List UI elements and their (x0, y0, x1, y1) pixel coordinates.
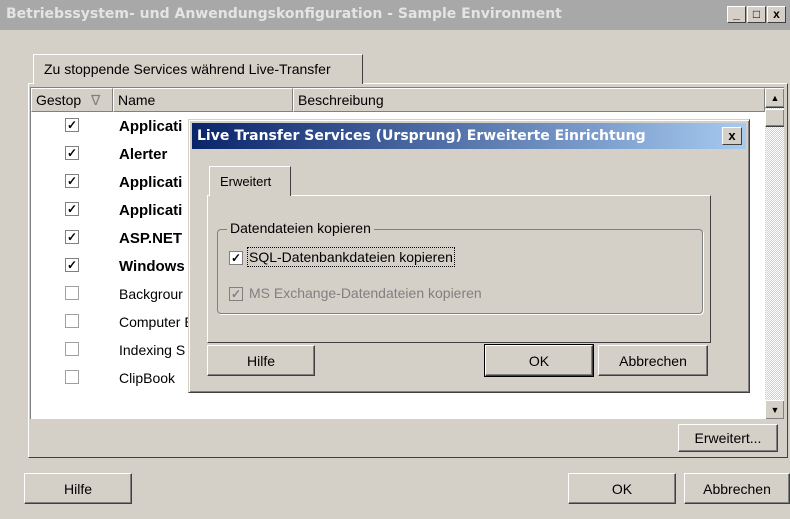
tab-erweitert[interactable]: Erweitert (209, 166, 291, 196)
column-header-name[interactable]: Name (113, 88, 293, 112)
row-name: Applicati (119, 202, 183, 219)
scroll-up-icon[interactable]: ▲ (765, 88, 784, 108)
abbrechen-button[interactable]: Abbrechen (684, 473, 790, 504)
list-header: Gestop ∇ Name Beschreibung (31, 88, 765, 112)
row-checkbox[interactable]: ✓ (65, 258, 79, 272)
ok-button[interactable]: OK (568, 473, 676, 504)
row-name: Alerter (119, 146, 168, 163)
scroll-thumb[interactable] (765, 109, 784, 127)
row-checkbox[interactable] (65, 286, 79, 300)
dialog-title: Live Transfer Services (Ursprung) Erweit… (197, 128, 646, 144)
row-checkbox[interactable] (65, 342, 79, 356)
dialog-hilfe-button[interactable]: Hilfe (207, 345, 315, 376)
row-checkbox[interactable]: ✓ (65, 118, 79, 132)
advanced-settings-dialog: Live Transfer Services (Ursprung) Erweit… (188, 119, 750, 393)
column-header-description[interactable]: Beschreibung (293, 88, 765, 112)
row-checkbox[interactable] (65, 314, 79, 328)
maximize-button[interactable]: □ (747, 6, 766, 23)
vertical-scrollbar[interactable]: ▲ ▼ (765, 88, 784, 419)
row-name: Windows (119, 258, 185, 275)
row-name: Computer E (119, 314, 194, 330)
groupbox-label: Datendateien kopieren (227, 220, 374, 236)
tab-services-to-stop[interactable]: Zu stoppende Services während Live-Trans… (33, 54, 363, 84)
erweitert-button[interactable]: Erweitert... (678, 424, 778, 452)
exchange-checkbox: ✓ (229, 287, 243, 301)
sql-checkbox-label[interactable]: SQL-Datenbankdateien kopieren (247, 247, 455, 267)
exchange-checkbox-label: MS Exchange-Datendateien kopieren (249, 285, 482, 301)
column-header-stopped[interactable]: Gestop ∇ (31, 88, 113, 112)
window-title: Betriebssystem- und Anwendungskonfigurat… (6, 6, 562, 22)
scroll-down-icon[interactable]: ▼ (765, 400, 784, 419)
row-checkbox[interactable]: ✓ (65, 202, 79, 216)
dialog-titlebar[interactable]: Live Transfer Services (Ursprung) Erweit… (192, 123, 746, 149)
row-checkbox[interactable] (65, 370, 79, 384)
window-controls: _ □ x (727, 6, 786, 23)
sort-icon: ∇ (91, 92, 101, 108)
row-name: Applicati (119, 174, 183, 191)
minimize-button[interactable]: _ (727, 6, 746, 23)
dialog-close-icon[interactable]: x (722, 127, 742, 145)
dialog-abbrechen-button[interactable]: Abbrechen (598, 345, 708, 376)
row-name: Indexing S (119, 342, 186, 358)
sql-checkbox[interactable]: ✓ (229, 251, 243, 265)
hilfe-button[interactable]: Hilfe (24, 473, 132, 504)
close-button[interactable]: x (767, 6, 786, 23)
list-footer-strip (30, 420, 784, 456)
row-name: ClipBook (119, 370, 176, 386)
column-label-stopped: Gestop (36, 92, 82, 108)
dialog-ok-button[interactable]: OK (484, 344, 594, 377)
row-checkbox[interactable]: ✓ (65, 174, 79, 188)
row-name: Backgrour (119, 286, 183, 302)
window-titlebar[interactable]: Betriebssystem- und Anwendungskonfigurat… (0, 0, 790, 30)
row-name: Applicati (119, 118, 183, 135)
data-files-groupbox (217, 229, 703, 314)
row-checkbox[interactable]: ✓ (65, 146, 79, 160)
row-checkbox[interactable]: ✓ (65, 230, 79, 244)
row-name: ASP.NET (119, 230, 183, 247)
